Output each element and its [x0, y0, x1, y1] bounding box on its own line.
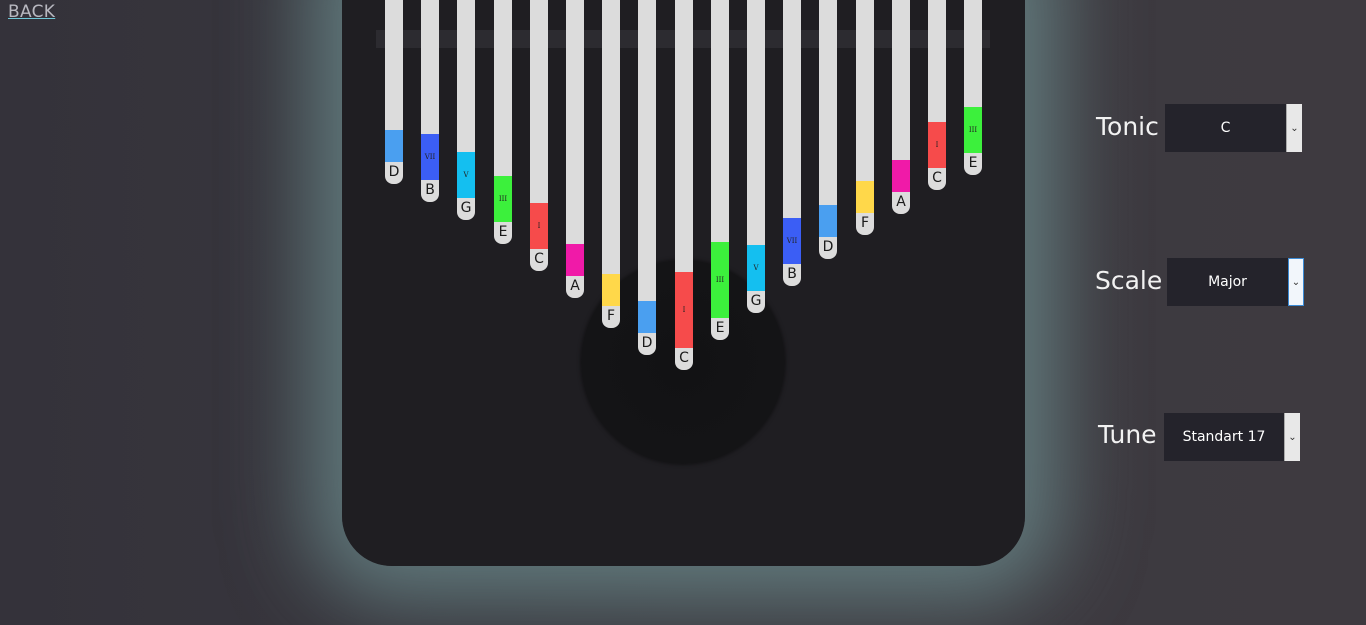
tine-note-label: E: [968, 155, 978, 171]
tine-color-band: I: [675, 272, 693, 348]
tine-color-band: III: [711, 242, 729, 318]
tine-9[interactable]: IC: [675, 0, 693, 370]
tine-12[interactable]: VII B: [783, 0, 801, 286]
tine-8[interactable]: D: [638, 0, 656, 355]
tine-5[interactable]: IC: [530, 0, 548, 271]
tine-11[interactable]: VG: [747, 0, 765, 313]
tune-label: Tune: [1098, 420, 1157, 449]
tine-color-band: V: [747, 245, 765, 291]
tine-note-label: C: [679, 350, 689, 366]
tine-13[interactable]: D: [819, 0, 837, 259]
tine-10[interactable]: III E: [711, 0, 729, 340]
tine-color-band: [856, 181, 874, 213]
tine-color-band: [566, 244, 584, 276]
tine-15[interactable]: A: [892, 0, 910, 214]
back-link[interactable]: BACK: [8, 2, 55, 22]
tine-note-label: D: [641, 335, 653, 351]
tine-14[interactable]: F: [856, 0, 874, 235]
tine-note-label: D: [822, 239, 834, 255]
tine-1[interactable]: D: [385, 0, 403, 184]
tine-16[interactable]: IC: [928, 0, 946, 190]
tine-note-label: C: [932, 170, 942, 186]
tine-color-band: I: [530, 203, 548, 249]
tune-select[interactable]: Standart 17 ⌄: [1164, 413, 1300, 461]
tonic-select[interactable]: C ⌄: [1165, 104, 1302, 152]
tine-note-label: C: [534, 251, 544, 267]
tine-note-label: A: [570, 278, 580, 294]
tine-note-label: A: [896, 194, 906, 210]
tine-4[interactable]: III E: [494, 0, 512, 244]
tonic-label: Tonic: [1096, 112, 1159, 141]
tine-note-label: E: [715, 320, 725, 336]
tine-note-label: D: [388, 164, 400, 180]
tine-note-label: B: [787, 266, 797, 282]
chevron-down-icon[interactable]: ⌄: [1288, 258, 1304, 306]
tine-color-band: [602, 274, 620, 306]
tine-color-band: III: [964, 107, 982, 153]
tine-color-band: III: [494, 176, 512, 222]
tine-note-label: G: [460, 200, 472, 216]
tune-value: Standart 17: [1182, 429, 1266, 445]
tine-2[interactable]: VII B: [421, 0, 439, 202]
tine-note-label: F: [860, 215, 870, 231]
tine-note-label: G: [750, 293, 762, 309]
chevron-down-icon[interactable]: ⌄: [1286, 104, 1302, 152]
tine-6[interactable]: A: [566, 0, 584, 298]
tine-17[interactable]: III E: [964, 0, 982, 175]
scale-value: Major: [1208, 274, 1247, 290]
tine-color-band: [638, 301, 656, 333]
tine-color-band: [892, 160, 910, 192]
tine-color-band: [385, 130, 403, 162]
tine-3[interactable]: VG: [457, 0, 475, 220]
scale-label: Scale: [1095, 266, 1163, 295]
tonic-value: C: [1220, 120, 1231, 136]
tine-color-band: VII: [783, 218, 801, 264]
tine-7[interactable]: F: [602, 0, 620, 328]
tine-color-band: [819, 205, 837, 237]
tine-color-band: V: [457, 152, 475, 198]
scale-select[interactable]: Major ⌄: [1167, 258, 1304, 306]
tine-note-label: F: [606, 308, 616, 324]
chevron-down-icon[interactable]: ⌄: [1284, 413, 1300, 461]
tine-color-band: I: [928, 122, 946, 168]
tine-note-label: E: [498, 224, 508, 240]
tine-color-band: VII: [421, 134, 439, 180]
tine-note-label: B: [425, 182, 435, 198]
